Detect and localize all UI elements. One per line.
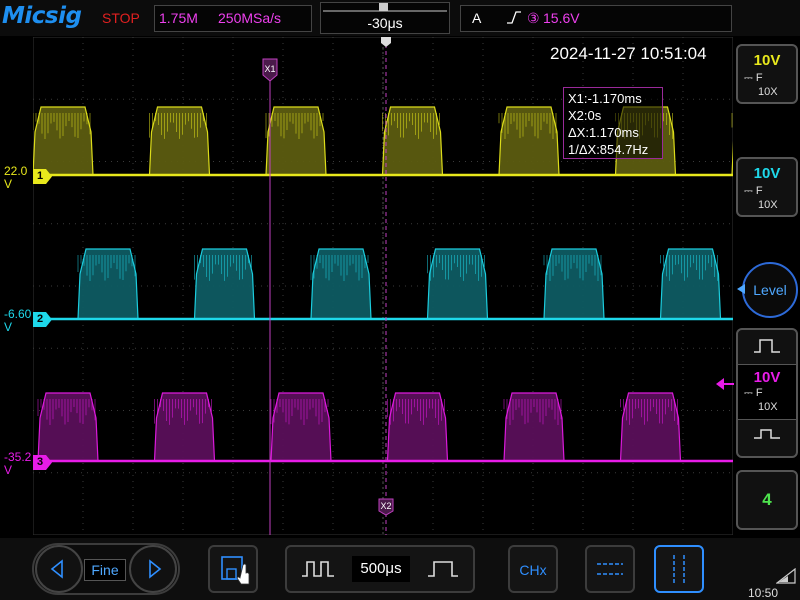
square-wave-icon[interactable] [752,336,782,361]
ch3-marker[interactable]: 3 [33,455,52,470]
run-stop-status[interactable]: STOP [102,10,140,26]
arrow-left-icon[interactable] [35,545,83,593]
rising-edge-icon [506,10,522,27]
ch2-probe: 10X [758,199,778,211]
fine-toggle[interactable]: Fine [84,559,126,581]
ch2-coupling: ⎓ F [744,185,763,197]
trigger-panel[interactable] [460,5,732,32]
cursor-x2-label: X2 [380,501,391,511]
ch3-marker-label: 3 [36,456,44,468]
ch1-marker-label: 1 [36,170,44,182]
vertical-cursor-icon[interactable] [654,545,704,593]
channel-select-button[interactable]: CHx [508,545,558,593]
pulse-wide-icon[interactable] [290,548,348,590]
ch1-level-label: 22.0 V [4,164,28,191]
trigger-mode: A [472,10,482,26]
ch1-volts-div: 10V [753,52,781,69]
cursor-frequency-value: 1/ΔX:854.7Hz [568,142,649,157]
trigger-level: 15.6V [543,10,580,26]
cursor-x1-value: X1:-1.170ms [568,91,642,106]
level-button[interactable]: Level [742,262,798,318]
ch2-volts-div: 10V [753,165,781,182]
timestamp: 2024-11-27 10:51:04 [550,44,707,63]
level-pointer-icon [737,284,745,294]
ch1-scale-button[interactable]: 10V ⎓ F 10X [736,44,798,104]
ch3-coupling: ⎓ F [744,387,763,399]
sample-rate: 250MSa/s [218,10,282,26]
cursor-x1-label: X1 [264,64,275,74]
cursor-x2-value: X2:0s [568,108,602,123]
ch3-level-label: -35.2 V [4,450,32,477]
save-touch-icon[interactable] [208,545,258,593]
ch3-probe: 10X [758,401,778,413]
square-wave-small-icon[interactable] [752,424,782,449]
ch2-level-label: -6.60 V [4,307,32,334]
time-per-division[interactable]: 500μs [352,556,410,582]
ch4-button[interactable]: 4 [736,470,798,530]
arrow-right-icon[interactable] [129,545,177,593]
ch2-marker[interactable]: 2 [33,312,52,327]
ch1-probe: 10X [758,86,778,98]
horizontal-cursor-icon[interactable] [585,545,635,593]
battery-icon [776,568,796,584]
ch1-marker[interactable]: 1 [33,169,52,184]
ch2-scale-button[interactable]: 10V ⎓ F 10X [736,157,798,217]
trigger-source: ③ [527,10,540,26]
ch1-coupling: ⎓ F [744,72,763,84]
ch3-scale-button[interactable]: 10V ⎓ F 10X [738,364,796,420]
time-offset: -30μs [367,15,403,31]
memory-depth: 1.75M [159,10,198,26]
cursor-delta-value: ΔX:1.170ms [568,125,639,140]
ch2-marker-label: 2 [36,313,44,325]
trigger-level-marker-icon [716,378,734,390]
pulse-narrow-icon[interactable] [414,548,472,590]
system-clock: 10:50 [748,586,779,600]
brand-logo: Micsig [2,3,82,29]
ch3-volts-div: 10V [753,369,781,386]
ch3-control-group: 10V ⎓ F 10X [736,328,798,458]
cursor-readout: X1:-1.170ms X2:0s ΔX:1.170ms 1/ΔX:854.7H… [563,87,663,159]
